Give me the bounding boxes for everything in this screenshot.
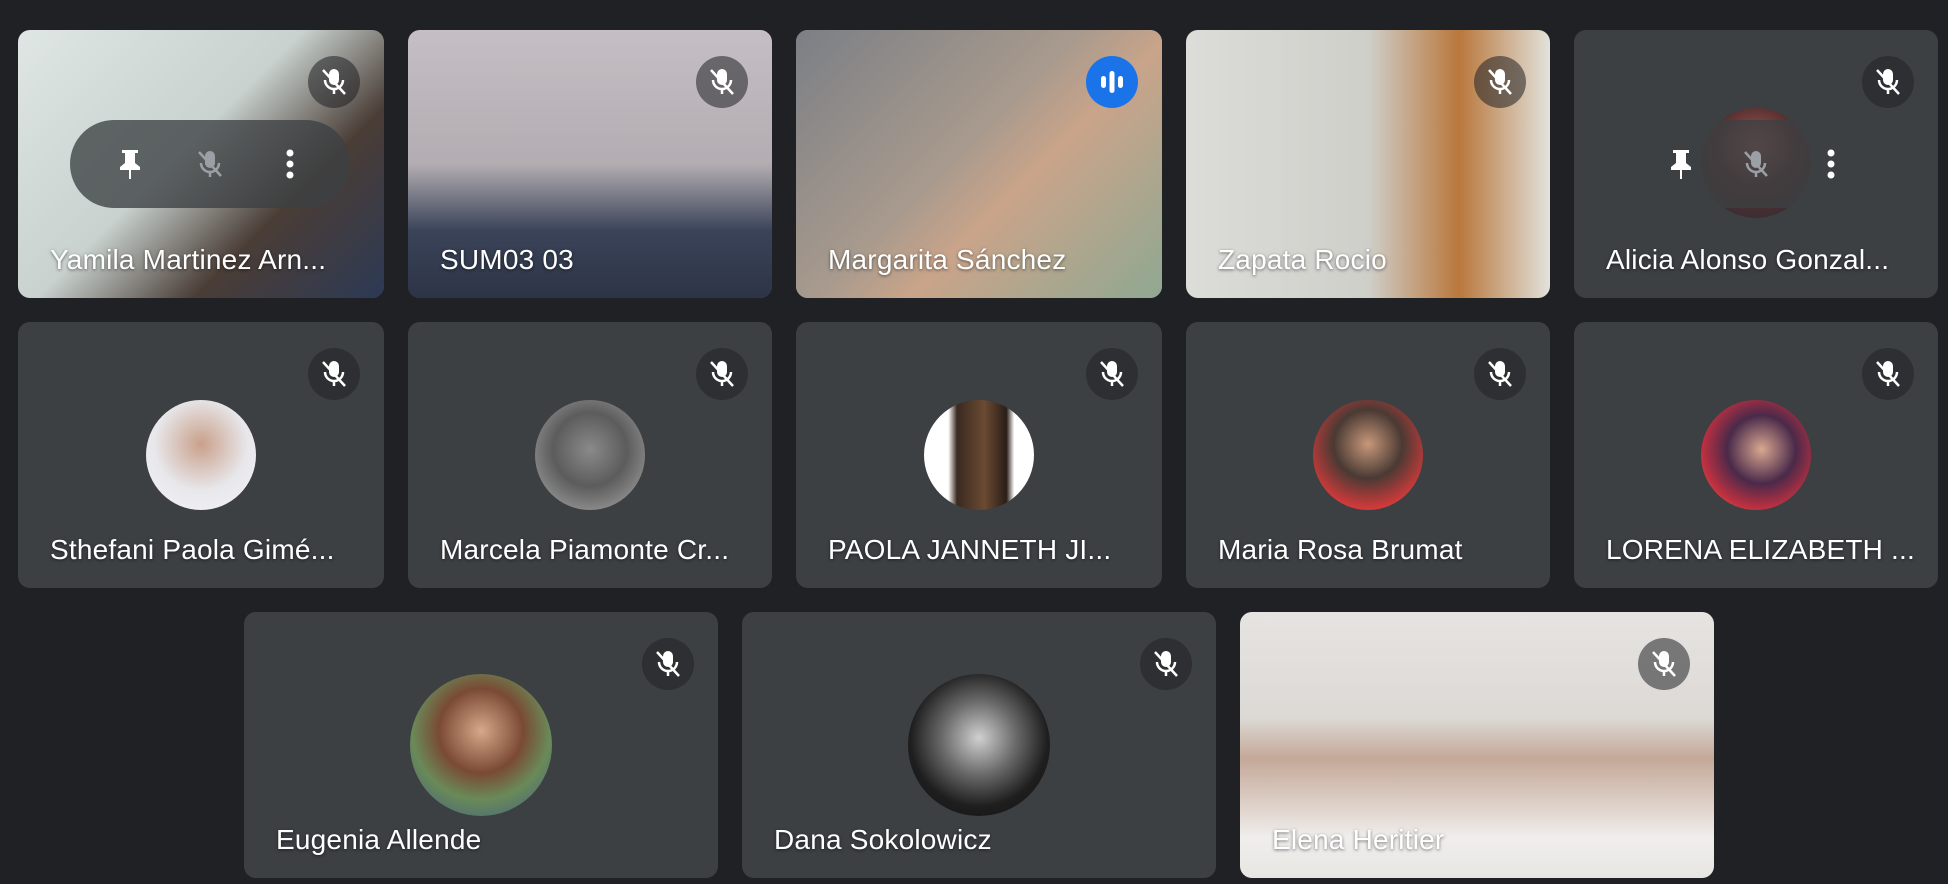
speaking-indicator <box>1086 56 1138 108</box>
mic-muted-indicator <box>1862 348 1914 400</box>
more-options-button[interactable] <box>262 136 318 192</box>
mute-participant-button[interactable] <box>1728 136 1784 192</box>
avatar <box>1701 400 1811 510</box>
mic-muted-indicator <box>1638 638 1690 690</box>
participant-tile-alicia[interactable]: Alicia Alonso Gonzal... <box>1574 30 1938 298</box>
tile-hover-controls <box>70 120 350 208</box>
mic-off-icon <box>322 69 346 95</box>
participant-name: Zapata Rocio <box>1218 244 1387 275</box>
mic-off-icon <box>1488 69 1512 95</box>
participant-name: Maria Rosa Brumat <box>1218 534 1463 565</box>
pin-button[interactable] <box>102 136 158 192</box>
mute-participant-button[interactable] <box>182 136 238 192</box>
mic-muted-indicator <box>642 638 694 690</box>
pin-button[interactable] <box>1653 136 1709 192</box>
more-vert-icon <box>1827 149 1835 179</box>
participant-name: Marcela Piamonte Cr... <box>440 534 730 565</box>
avatar <box>146 400 256 510</box>
participant-name: Dana Sokolowicz <box>774 824 992 855</box>
participant-tile-maria-rosa[interactable]: Maria Rosa Brumat <box>1186 322 1550 588</box>
participant-name: LORENA ELIZABETH ... <box>1606 534 1915 565</box>
participant-name: Alicia Alonso Gonzal... <box>1606 244 1890 275</box>
avatar <box>908 674 1050 816</box>
mic-muted-indicator <box>1140 638 1192 690</box>
mic-off-icon <box>1154 651 1178 677</box>
mic-muted-indicator <box>1086 348 1138 400</box>
mic-off-icon <box>710 361 734 387</box>
mic-off-icon <box>1876 69 1900 95</box>
pin-icon <box>120 150 140 179</box>
participant-tile-elena[interactable]: Elena Heritier <box>1240 612 1714 878</box>
participant-tile-margarita[interactable]: Margarita Sánchez <box>796 30 1162 298</box>
participant-tile-sthefani[interactable]: Sthefani Paola Gimé... <box>18 322 384 588</box>
mic-off-icon <box>1876 361 1900 387</box>
mic-muted-indicator <box>1474 56 1526 108</box>
more-vert-icon <box>286 149 294 179</box>
mic-muted-indicator <box>308 348 360 400</box>
mic-muted-indicator <box>1862 56 1914 108</box>
participant-name: Margarita Sánchez <box>828 244 1067 275</box>
mic-off-icon <box>322 361 346 387</box>
more-options-button[interactable] <box>1803 136 1859 192</box>
participant-tile-dana[interactable]: Dana Sokolowicz <box>742 612 1216 878</box>
avatar <box>410 674 552 816</box>
participant-tile-lorena[interactable]: LORENA ELIZABETH ... <box>1574 322 1938 588</box>
audio-level-icon <box>1101 71 1123 93</box>
mic-off-icon <box>1652 651 1676 677</box>
mic-off-icon <box>1100 361 1124 387</box>
participant-tile-sum03[interactable]: SUM03 03 <box>408 30 772 298</box>
participant-tile-zapata[interactable]: Zapata Rocio <box>1186 30 1550 298</box>
participant-name: Eugenia Allende <box>276 824 482 855</box>
avatar <box>1313 400 1423 510</box>
mic-muted-indicator <box>696 348 748 400</box>
tile-hover-controls <box>1624 120 1888 208</box>
participant-name: Sthefani Paola Gimé... <box>50 534 335 565</box>
mic-off-icon <box>710 69 734 95</box>
avatar <box>924 400 1034 510</box>
mic-muted-indicator <box>308 56 360 108</box>
participant-name: SUM03 03 <box>440 244 574 275</box>
participant-tile-yamila[interactable]: Yamila Martinez Arn... <box>18 30 384 298</box>
participant-tile-marcela[interactable]: Marcela Piamonte Cr... <box>408 322 772 588</box>
mic-muted-indicator <box>696 56 748 108</box>
mic-muted-indicator <box>1474 348 1526 400</box>
participant-name: Yamila Martinez Arn... <box>50 244 327 275</box>
participant-tile-eugenia[interactable]: Eugenia Allende <box>244 612 718 878</box>
participant-name: Elena Heritier <box>1272 824 1445 855</box>
avatar <box>535 400 645 510</box>
pin-icon <box>1671 150 1692 179</box>
mic-off-icon <box>1744 151 1768 177</box>
mic-off-icon <box>656 651 680 677</box>
participant-tile-paola[interactable]: PAOLA JANNETH JI... <box>796 322 1162 588</box>
mic-off-icon <box>198 151 222 177</box>
mic-off-icon <box>1488 361 1512 387</box>
participant-name: PAOLA JANNETH JI... <box>828 534 1112 565</box>
